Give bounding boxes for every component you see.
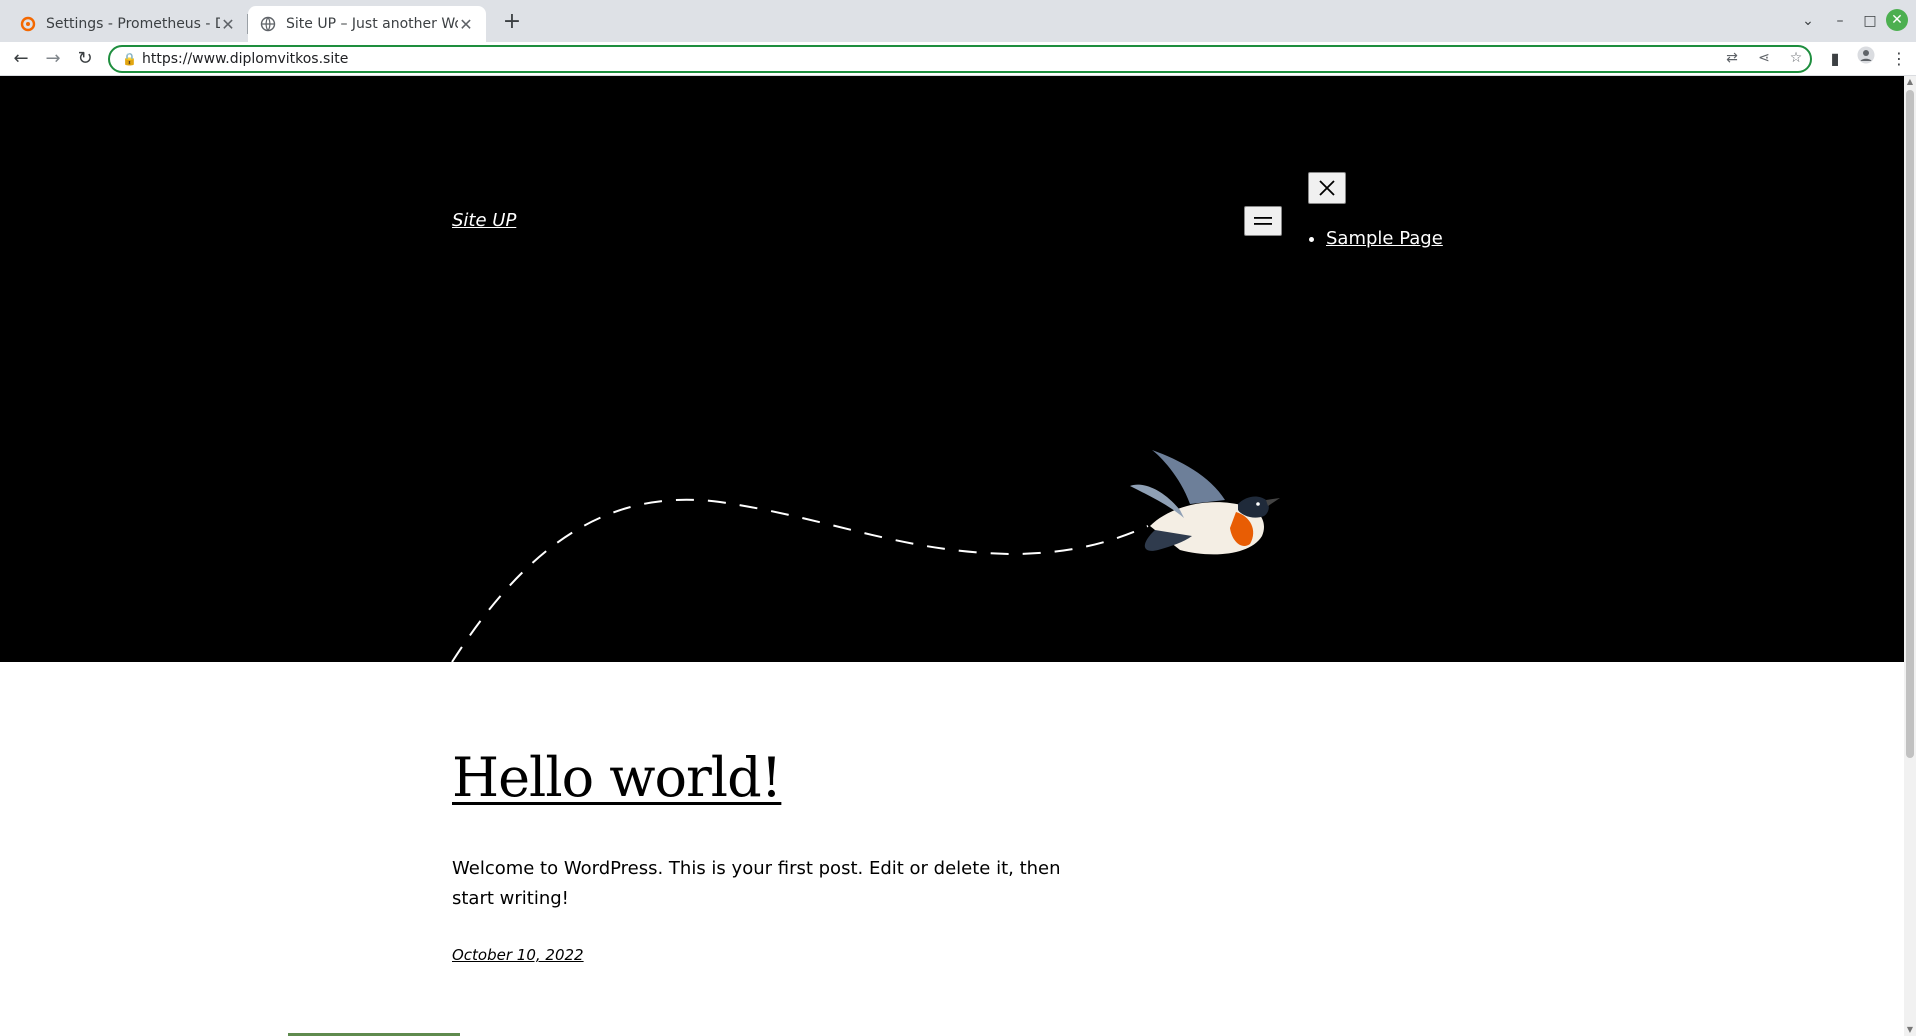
page-scrollbar[interactable]: ▲ ▼ <box>1904 76 1916 1036</box>
primary-nav: Sample Page <box>1326 228 1443 249</box>
tab-title: Settings - Prometheus - Data s <box>46 16 220 32</box>
tab-title: Site UP – Just another WordPr <box>286 16 458 32</box>
tab-close-icon[interactable]: ✕ <box>458 15 474 34</box>
forward-arrow-icon[interactable]: → <box>40 46 66 72</box>
lock-icon[interactable]: 🔒 <box>122 52 137 66</box>
url-text[interactable]: https://www.diplomvitkos.site <box>142 51 348 67</box>
side-panel-icon[interactable]: ▮ <box>1822 46 1848 72</box>
site-title-link[interactable]: Site UP <box>452 210 516 231</box>
scroll-down-arrow-icon[interactable]: ▼ <box>1904 1024 1916 1036</box>
nav-link-sample-page[interactable]: Sample Page <box>1326 228 1443 249</box>
tab-search-chevron-icon[interactable]: ⌄ <box>1796 8 1820 34</box>
translate-icon[interactable]: ⇄ <box>1722 50 1742 66</box>
minimize-icon[interactable]: – <box>1828 8 1852 34</box>
share-icon[interactable]: ⋖ <box>1754 50 1774 66</box>
post-title-link[interactable]: Hello world! <box>452 746 782 809</box>
bird-illustration <box>451 450 1280 662</box>
site-header-hero: Site UP Sample Page <box>0 76 1904 662</box>
tab-strip: Settings - Prometheus - Data s ✕ Site UP… <box>0 0 1916 42</box>
hamburger-icon <box>1254 217 1272 225</box>
menu-toggle-button[interactable] <box>1244 206 1282 236</box>
reload-icon[interactable]: ↻ <box>72 46 98 72</box>
tab-settings-prometheus[interactable]: Settings - Prometheus - Data s ✕ <box>8 6 248 42</box>
window-close-icon[interactable]: ✕ <box>1886 9 1908 31</box>
close-icon <box>1319 180 1335 196</box>
globe-icon <box>260 16 276 32</box>
scroll-up-arrow-icon[interactable]: ▲ <box>1904 76 1916 88</box>
page-viewport: Site UP Sample Page Hello world! Welcome… <box>0 76 1904 1036</box>
post-excerpt: Welcome to WordPress. This is your first… <box>452 858 1061 909</box>
maximize-icon[interactable]: □ <box>1858 8 1882 34</box>
menu-close-button[interactable] <box>1308 172 1346 204</box>
browser-toolbar: ← → ↻ 🔒 https://www.diplomvitkos.site ⇄ … <box>0 42 1916 76</box>
nav-item-sample-page: Sample Page <box>1326 228 1443 249</box>
back-arrow-icon[interactable]: ← <box>8 46 34 72</box>
tab-close-icon[interactable]: ✕ <box>220 15 236 34</box>
address-bar[interactable]: 🔒 https://www.diplomvitkos.site ⇄ ⋖ ☆ <box>108 45 1812 73</box>
profile-avatar-icon[interactable] <box>1853 46 1879 72</box>
post-date-link[interactable]: October 10, 2022 <box>452 946 584 964</box>
browser-menu-icon[interactable]: ⋮ <box>1886 46 1912 72</box>
new-tab-plus-icon[interactable]: + <box>498 9 526 37</box>
bookmark-star-icon[interactable]: ☆ <box>1786 50 1806 66</box>
tab-site-up[interactable]: Site UP – Just another WordPr ✕ <box>248 6 486 42</box>
grafana-icon <box>20 16 36 32</box>
scrollbar-thumb[interactable] <box>1906 90 1914 758</box>
